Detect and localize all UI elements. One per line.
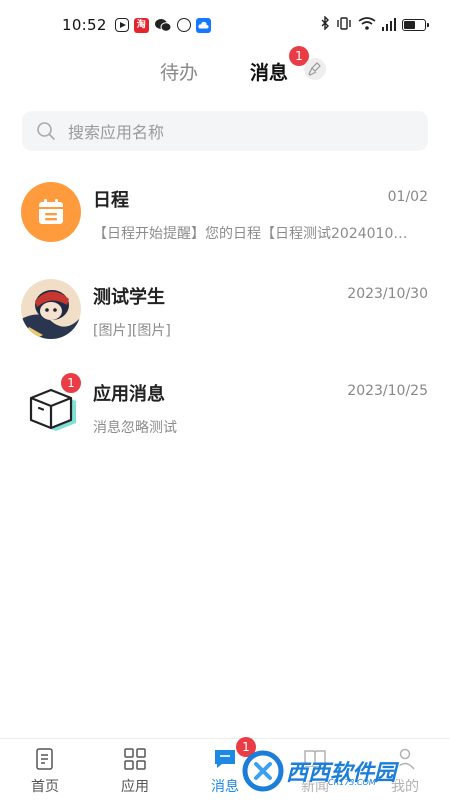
signal-icon (381, 18, 396, 31)
nav-home-label: 首页 (31, 779, 59, 795)
item-preview: [图片][图片] (93, 323, 171, 339)
taobao-icon: 淘 (133, 17, 149, 33)
search-icon (37, 122, 55, 140)
tab-todo[interactable]: 待办 (160, 58, 198, 85)
app-message-badge: 1 (61, 373, 81, 393)
item-time: 01/02 (387, 189, 428, 205)
grid-icon (124, 748, 146, 770)
user-avatar (21, 279, 81, 339)
item-preview: 消息忽略测试 (93, 420, 177, 436)
item-preview: 【日程开始提醒】您的日程【日程测试2024010… (93, 226, 408, 242)
top-tabs: 待办 消息 1 (0, 46, 450, 92)
clear-unread-icon[interactable] (304, 58, 326, 80)
play-icon (114, 18, 129, 32)
watermark: 西西软件园 CR173.COM (242, 748, 442, 794)
status-right (321, 15, 429, 33)
list-item[interactable]: 测试学生 2023/10/30 [图片][图片] (0, 267, 450, 364)
bluetooth-icon (321, 15, 330, 33)
status-time: 10:52 (62, 16, 107, 34)
message-list: 日程 01/02 【日程开始提醒】您的日程【日程测试2024010… 测试学生 … (0, 170, 450, 461)
nav-apps[interactable]: 应用 (90, 739, 180, 800)
status-bar: 10:52 淘 (0, 0, 450, 50)
search-input[interactable]: 搜索应用名称 (68, 119, 164, 143)
wifi-icon (358, 16, 376, 33)
calendar-icon (21, 182, 81, 242)
home-icon (36, 748, 53, 770)
nav-home[interactable]: 首页 (0, 739, 90, 800)
nav-apps-label: 应用 (121, 779, 149, 795)
wechat-icon (154, 18, 172, 33)
search-bar[interactable]: 搜索应用名称 (22, 111, 428, 151)
chat-icon (215, 750, 235, 768)
hexagon-icon (176, 18, 191, 32)
item-time: 2023/10/30 (347, 286, 428, 302)
list-item[interactable]: 日程 01/02 【日程开始提醒】您的日程【日程测试2024010… (0, 170, 450, 267)
watermark-logo-icon (242, 750, 284, 792)
item-title: 测试学生 (93, 287, 165, 308)
item-title: 日程 (93, 190, 129, 211)
item-time: 2023/10/25 (347, 383, 428, 399)
vibrate-icon (336, 16, 352, 33)
status-left: 10:52 淘 (62, 16, 211, 34)
tab-messages[interactable]: 消息 (250, 58, 288, 85)
watermark-sub: CR173.COM (328, 778, 376, 787)
cloud-icon (195, 17, 211, 33)
battery-icon (402, 18, 429, 31)
item-title: 应用消息 (93, 384, 165, 405)
